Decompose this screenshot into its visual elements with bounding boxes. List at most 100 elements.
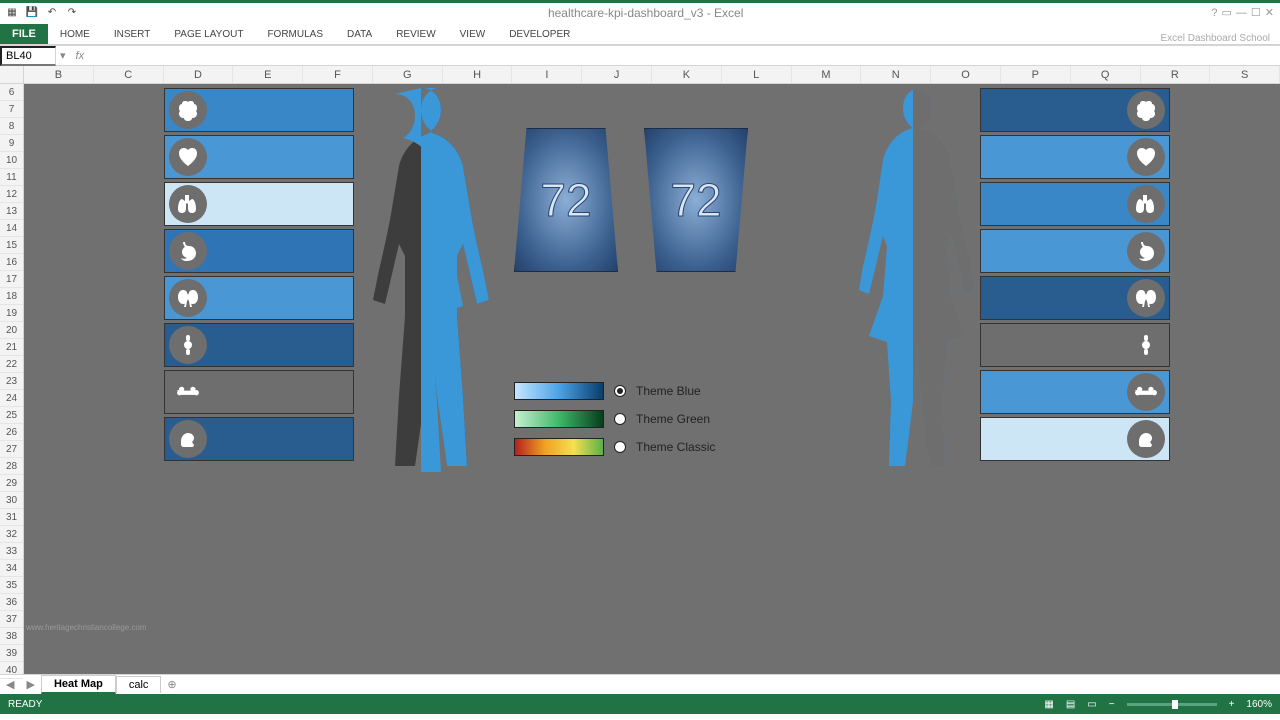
row-header[interactable]: 15	[0, 237, 23, 254]
organ-item-brain[interactable]	[164, 88, 354, 132]
worksheet-grid[interactable]: 6789101112131415161718192021222324252627…	[0, 84, 1280, 674]
row-header[interactable]: 24	[0, 390, 23, 407]
row-header[interactable]: 36	[0, 594, 23, 611]
sheet-tab[interactable]: calc	[116, 676, 162, 693]
organ-item-foot[interactable]	[164, 417, 354, 461]
row-header[interactable]: 17	[0, 271, 23, 288]
organ-item-lungs[interactable]	[980, 182, 1170, 226]
maximize-icon[interactable]: ☐	[1251, 6, 1261, 19]
row-header[interactable]: 9	[0, 135, 23, 152]
col-header[interactable]: O	[931, 66, 1001, 83]
row-header[interactable]: 40	[0, 662, 23, 679]
col-header[interactable]: M	[792, 66, 862, 83]
row-header[interactable]: 21	[0, 339, 23, 356]
new-sheet-icon[interactable]: ⊕	[161, 678, 182, 691]
row-header[interactable]: 30	[0, 492, 23, 509]
organ-item-lungs[interactable]	[164, 182, 354, 226]
organ-item-stomach[interactable]	[980, 229, 1170, 273]
tab-home[interactable]: HOME	[48, 25, 102, 44]
view-page-break-icon[interactable]: ▭	[1087, 699, 1096, 710]
row-header[interactable]: 7	[0, 101, 23, 118]
minimize-icon[interactable]: —	[1236, 7, 1247, 19]
zoom-slider[interactable]	[1127, 703, 1217, 706]
col-header[interactable]: I	[512, 66, 582, 83]
row-header[interactable]: 28	[0, 458, 23, 475]
zoom-out-icon[interactable]: −	[1109, 699, 1115, 710]
organ-item-stomach[interactable]	[164, 229, 354, 273]
theme-option-green[interactable]: Theme Green	[514, 410, 715, 428]
zoom-in-icon[interactable]: +	[1229, 699, 1235, 710]
col-header[interactable]: G	[373, 66, 443, 83]
organ-item-kidneys[interactable]	[980, 276, 1170, 320]
help-icon[interactable]: ?	[1211, 7, 1217, 19]
row-header[interactable]: 29	[0, 475, 23, 492]
organ-item-kidneys[interactable]	[164, 276, 354, 320]
row-header[interactable]: 10	[0, 152, 23, 169]
row-header[interactable]: 26	[0, 424, 23, 441]
tab-formulas[interactable]: FORMULAS	[255, 25, 335, 44]
tab-review[interactable]: REVIEW	[384, 25, 447, 44]
tab-insert[interactable]: INSERT	[102, 25, 163, 44]
row-header[interactable]: 6	[0, 84, 23, 101]
col-header[interactable]: Q	[1071, 66, 1141, 83]
zoom-level[interactable]: 160%	[1246, 699, 1272, 710]
formula-input[interactable]	[90, 50, 1280, 62]
row-header[interactable]: 14	[0, 220, 23, 237]
row-header[interactable]: 25	[0, 407, 23, 424]
organ-item-heart[interactable]	[980, 135, 1170, 179]
row-header[interactable]: 16	[0, 254, 23, 271]
col-header[interactable]: C	[94, 66, 164, 83]
view-normal-icon[interactable]: ▦	[1044, 699, 1053, 710]
ribbon-options-icon[interactable]: ▭	[1222, 6, 1232, 19]
close-icon[interactable]: ✕	[1265, 6, 1274, 19]
sheet-nav-prev-icon[interactable]: ◀	[0, 678, 20, 691]
row-header[interactable]: 23	[0, 373, 23, 390]
file-tab[interactable]: FILE	[0, 24, 48, 44]
row-header[interactable]: 39	[0, 645, 23, 662]
row-header[interactable]: 8	[0, 118, 23, 135]
col-header[interactable]: L	[722, 66, 792, 83]
col-header[interactable]: K	[652, 66, 722, 83]
row-header[interactable]: 31	[0, 509, 23, 526]
worksheet-canvas[interactable]: 72 72 Theme Blue Theme Green Theme Class…	[24, 84, 1280, 674]
tab-view[interactable]: VIEW	[448, 25, 498, 44]
col-header[interactable]: B	[24, 66, 94, 83]
radio-icon[interactable]	[614, 413, 626, 425]
undo-icon[interactable]: ↶	[44, 5, 60, 21]
col-header[interactable]: R	[1141, 66, 1211, 83]
col-header[interactable]: H	[443, 66, 513, 83]
view-page-layout-icon[interactable]: ▤	[1066, 699, 1075, 710]
organ-item-heart[interactable]	[164, 135, 354, 179]
redo-icon[interactable]: ↷	[64, 5, 80, 21]
row-header[interactable]: 12	[0, 186, 23, 203]
row-header[interactable]: 11	[0, 169, 23, 186]
tab-developer[interactable]: DEVELOPER	[497, 25, 582, 44]
theme-option-blue[interactable]: Theme Blue	[514, 382, 715, 400]
organ-item-foot[interactable]	[980, 417, 1170, 461]
organ-item-bone[interactable]	[980, 370, 1170, 414]
row-header[interactable]: 35	[0, 577, 23, 594]
col-header[interactable]: D	[164, 66, 234, 83]
row-header[interactable]: 27	[0, 441, 23, 458]
organ-item-joint[interactable]	[980, 323, 1170, 367]
radio-icon[interactable]	[614, 385, 626, 397]
row-header[interactable]: 34	[0, 560, 23, 577]
select-all-cell[interactable]	[0, 66, 24, 83]
row-header[interactable]: 18	[0, 288, 23, 305]
namebox-dropdown-icon[interactable]: ▾	[56, 49, 70, 62]
tab-data[interactable]: DATA	[335, 25, 384, 44]
save-icon[interactable]: 💾	[24, 5, 40, 21]
organ-item-bone[interactable]	[164, 370, 354, 414]
row-header[interactable]: 19	[0, 305, 23, 322]
tab-page-layout[interactable]: PAGE LAYOUT	[162, 25, 255, 44]
row-header[interactable]: 20	[0, 322, 23, 339]
row-header[interactable]: 38	[0, 628, 23, 645]
theme-option-classic[interactable]: Theme Classic	[514, 438, 715, 456]
row-header[interactable]: 22	[0, 356, 23, 373]
col-header[interactable]: E	[233, 66, 303, 83]
fx-icon[interactable]: fx	[70, 50, 91, 62]
col-header[interactable]: P	[1001, 66, 1071, 83]
name-box[interactable]	[0, 46, 56, 66]
col-header[interactable]: S	[1210, 66, 1280, 83]
organ-item-joint[interactable]	[164, 323, 354, 367]
